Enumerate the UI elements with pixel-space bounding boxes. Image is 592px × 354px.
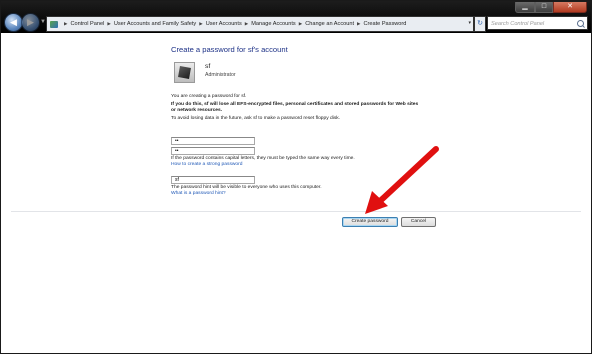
window: ▁ □ ✕ ◀ ▶ ▼ ▶ Control Panel ▶ User Accou…	[0, 0, 592, 354]
arrow-shaft	[375, 146, 439, 206]
red-arrow-annotation	[365, 146, 439, 214]
